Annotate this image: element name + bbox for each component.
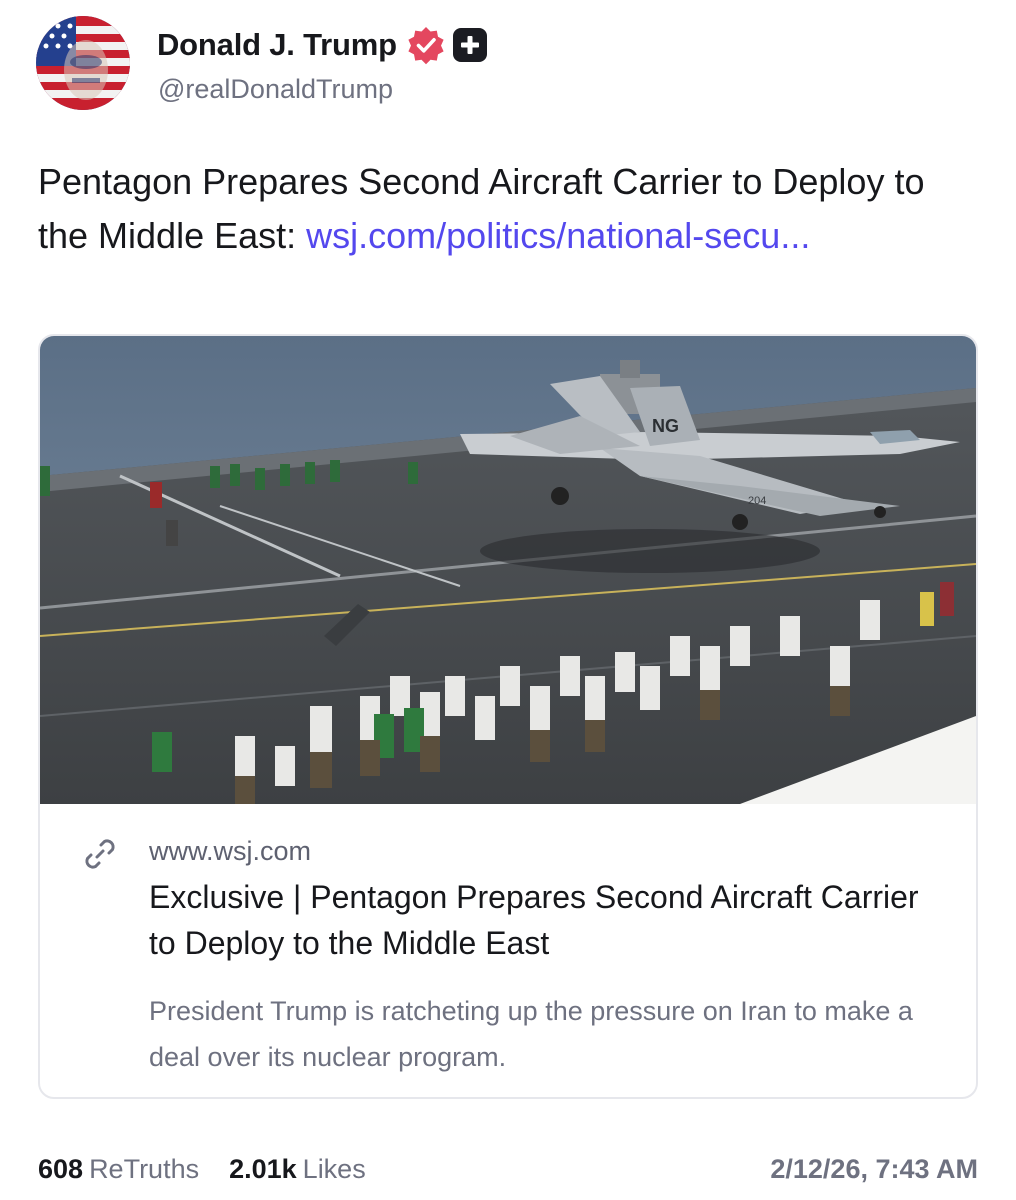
author-handle[interactable]: @realDonaldTrump <box>158 74 393 105</box>
retruths-label[interactable]: ReTruths <box>89 1154 199 1185</box>
display-name[interactable]: Donald J. Trump <box>157 27 397 63</box>
likes-count[interactable]: 2.01k <box>229 1154 297 1185</box>
flag-portrait-avatar <box>36 16 130 110</box>
author-name-row: Donald J. Trump <box>157 24 487 66</box>
aircraft-carrier-photo[interactable]: NG 204 <box>40 336 976 804</box>
aircraft-number-label: 204 <box>748 495 766 507</box>
card-domain[interactable]: www.wsj.com <box>149 836 311 867</box>
post-body: Pentagon Prepares Second Aircraft Carrie… <box>38 155 978 263</box>
link-preview-card[interactable]: NG 204 www.wsj.com Exclusive | Pentagon … <box>38 334 978 1099</box>
card-title[interactable]: Exclusive | Pentagon Prepares Second Air… <box>149 874 949 966</box>
card-description: President Trump is ratcheting up the pre… <box>149 996 913 1072</box>
verified-badge-icon <box>405 24 447 66</box>
avatar[interactable] <box>36 16 130 110</box>
post-timestamp[interactable]: 2/12/26, 7:43 AM <box>770 1154 978 1185</box>
retruths-count[interactable]: 608 <box>38 1154 83 1185</box>
post-stats: 608 ReTruths 2.01k Likes <box>38 1154 366 1185</box>
plus-badge-icon <box>452 28 487 62</box>
aircraft-tail-label: NG <box>652 416 679 436</box>
post-link[interactable]: wsj.com/politics/national-secu... <box>306 215 810 256</box>
chain-link-icon <box>80 834 120 874</box>
likes-label[interactable]: Likes <box>303 1154 366 1185</box>
